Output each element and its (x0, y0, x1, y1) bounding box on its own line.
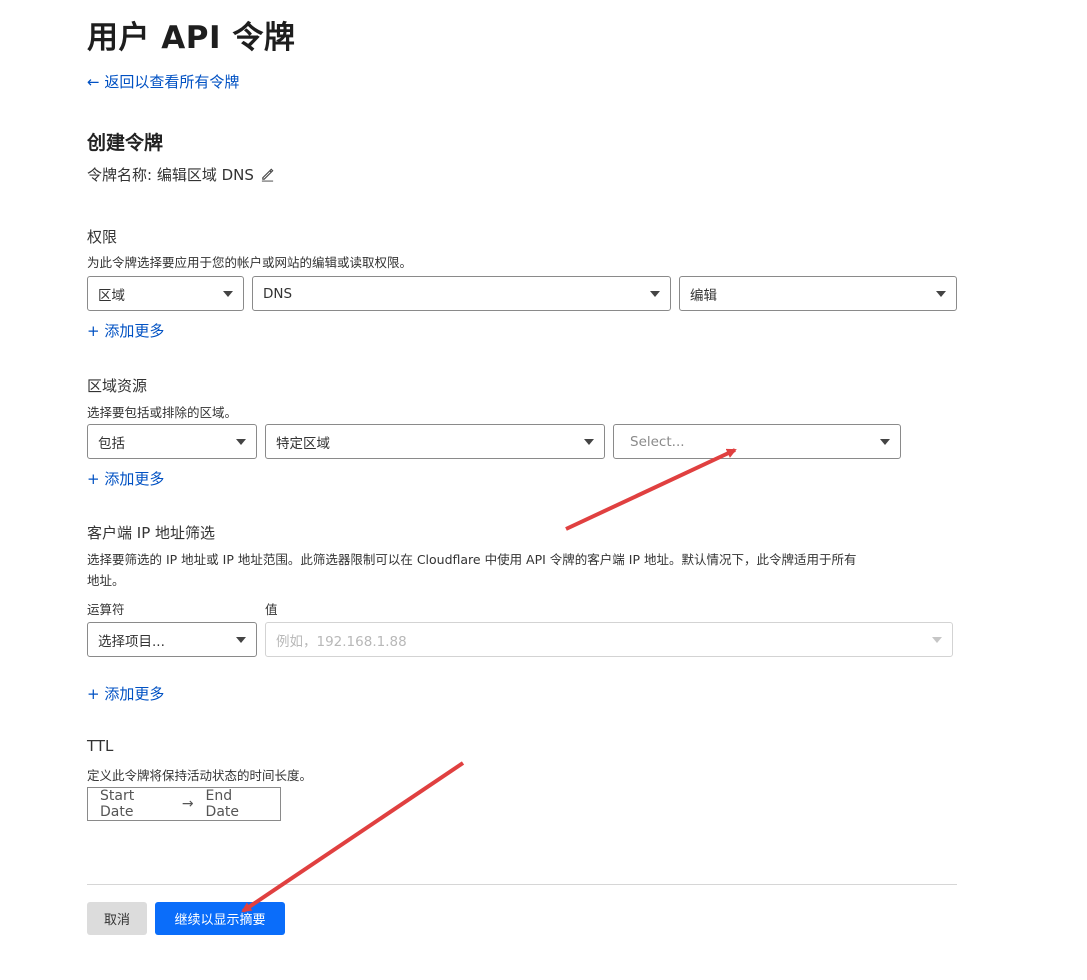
operator-label: 运算符 (87, 602, 125, 617)
annotation-arrow-to-zone-select (565, 448, 737, 531)
permission-scope-select[interactable]: 区域 (87, 276, 244, 311)
caret-down-icon (650, 290, 660, 297)
permissions-title: 权限 (87, 228, 118, 246)
select-value: DNS (263, 285, 293, 302)
section-title: 创建令牌 (87, 132, 164, 154)
ttl-date-range-picker[interactable]: Start Date → End Date (87, 787, 281, 821)
footer-divider (87, 884, 957, 885)
page-title: 用户 API 令牌 (87, 20, 296, 56)
client-ip-description-line2: 地址。 (87, 573, 125, 588)
annotation-arrow-to-continue-button (241, 761, 465, 913)
permission-level-select[interactable]: 编辑 (679, 276, 957, 311)
caret-down-icon (236, 636, 246, 643)
permissions-description: 为此令牌选择要应用于您的帐户或网站的编辑或读取权限。 (87, 255, 413, 270)
continue-to-summary-button[interactable]: 继续以显示摘要 (155, 902, 285, 935)
end-date-field[interactable]: End Date (206, 788, 268, 820)
caret-down-icon (880, 438, 890, 445)
pencil-icon[interactable] (260, 167, 275, 182)
select-value: 特定区域 (276, 435, 330, 452)
select-placeholder: Select... (630, 433, 685, 450)
permissions-add-more-link[interactable]: + 添加更多 (87, 320, 164, 341)
zone-type-select[interactable]: 特定区域 (265, 424, 605, 459)
caret-down-icon (932, 636, 942, 643)
client-ip-title: 客户端 IP 地址筛选 (87, 524, 216, 542)
client-ip-add-more-link[interactable]: + 添加更多 (87, 683, 164, 704)
token-name-text: 令牌名称: 编辑区域 DNS (87, 166, 254, 184)
caret-down-icon (936, 290, 946, 297)
zone-include-select[interactable]: 包括 (87, 424, 257, 459)
arrow-right-icon: → (181, 796, 194, 812)
permission-resource-select[interactable]: DNS (252, 276, 671, 311)
select-value: 编辑 (690, 287, 717, 304)
token-name-row: 令牌名称: 编辑区域 DNS (87, 164, 275, 185)
value-label: 值 (265, 602, 278, 617)
zone-resources-title: 区域资源 (87, 377, 148, 395)
caret-down-icon (223, 290, 233, 297)
input-placeholder: 例如，192.168.1.88 (276, 633, 407, 650)
select-value: 区域 (98, 287, 125, 304)
ttl-title: TTL (87, 737, 114, 755)
zone-add-more-link[interactable]: + 添加更多 (87, 468, 164, 489)
select-value: 选择项目... (98, 633, 165, 650)
back-to-all-tokens-link[interactable]: ← 返回以查看所有令牌 (87, 71, 239, 92)
zone-resources-description: 选择要包括或排除的区域。 (87, 405, 238, 420)
operator-select[interactable]: 选择项目... (87, 622, 257, 657)
annotation-arrows (241, 448, 737, 913)
caret-down-icon (584, 438, 594, 445)
ip-value-input[interactable]: 例如，192.168.1.88 (265, 622, 953, 657)
select-value: 包括 (98, 435, 125, 452)
zone-select[interactable]: Select... (613, 424, 901, 459)
ttl-description: 定义此令牌将保持活动状态的时间长度。 (87, 768, 313, 783)
start-date-field[interactable]: Start Date (100, 788, 170, 820)
cancel-button[interactable]: 取消 (87, 902, 147, 935)
client-ip-description-line1: 选择要筛选的 IP 地址或 IP 地址范围。此筛选器限制可以在 Cloudfla… (87, 552, 857, 567)
caret-down-icon (236, 438, 246, 445)
